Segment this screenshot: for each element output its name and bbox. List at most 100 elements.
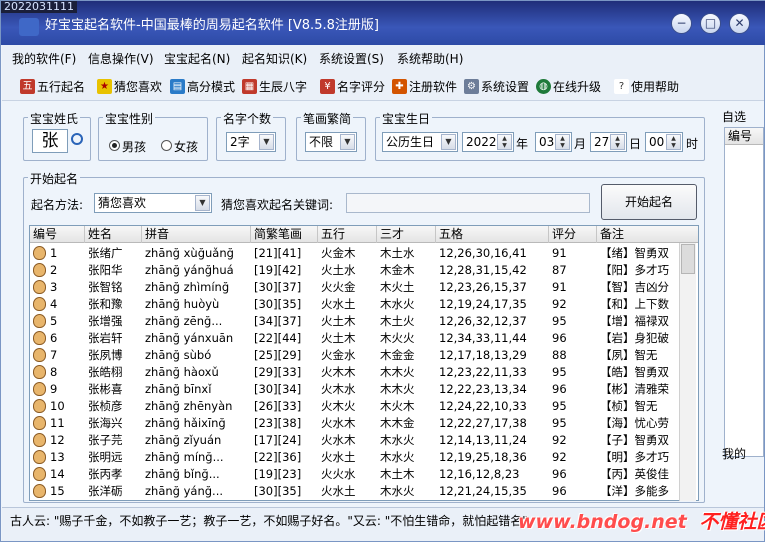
favorites-list[interactable]: 编号 xyxy=(724,127,764,457)
table-cell: 木火木 xyxy=(380,399,415,413)
table-cell: 火木木 xyxy=(321,365,356,379)
table-row[interactable]: 11 张海兴 zhānğ hǎixīnğ [23][38] 火水木 木木金 12,22,27… xyxy=(30,414,698,432)
table-cell: 张洋砺 xyxy=(88,484,123,498)
table-cell: 12,14,13,11,24 xyxy=(439,433,527,447)
table-cell: 4 xyxy=(50,297,58,311)
bazi-button[interactable]: ▦ 生辰八字 xyxy=(242,77,307,95)
table-row[interactable]: 8 张皓栩 zhānğ hàoxǔ [29][33] 火木木 木木火 12,23,22,11… xyxy=(30,363,698,381)
table-cell: 95 xyxy=(552,314,567,328)
keyword-input[interactable] xyxy=(346,193,590,213)
menu-knowledge[interactable]: 起名知识(K) xyxy=(242,50,307,67)
table-cell: 95 xyxy=(552,399,567,413)
column-header[interactable]: 三才 xyxy=(377,226,436,243)
guess-like-button[interactable]: ★ 猜您喜欢 xyxy=(97,77,162,95)
table-row[interactable]: 15 张洋砺 zhānğ yánğ... [30][35] 火水土 木水火 12,21,24… xyxy=(30,482,698,500)
upgrade-button[interactable]: ◍ 在线升级 xyxy=(536,77,601,95)
table-cell: 7 xyxy=(50,348,58,362)
results-table: 编号 姓名 拼音 简繁笔画 五行 三才 五格 评分 备注 1 张绪广 zhānğ xùğuǎnğ [2… xyxy=(29,225,699,501)
menu-my-software[interactable]: 我的软件(F) xyxy=(12,50,76,67)
table-cell: 91 xyxy=(552,246,567,260)
my-names-label: 我的 xyxy=(722,447,747,461)
calendar-type-select[interactable]: 公历生日 ▼ xyxy=(382,132,458,152)
table-row[interactable]: 10 张桢彦 zhānğ zhēnyàn [26][33] 火木火 木火木 12,24,22… xyxy=(30,397,698,415)
column-header[interactable]: 编号 xyxy=(30,226,85,243)
column-header[interactable]: 五格 xyxy=(436,226,549,243)
maximize-button[interactable]: □ xyxy=(700,13,721,34)
close-button[interactable]: ✕ xyxy=(729,13,750,34)
star-icon: ★ xyxy=(97,78,112,94)
settings-button[interactable]: ⚙ 系统设置 xyxy=(464,77,529,95)
name-count-select[interactable]: 2字 ▼ xyxy=(226,132,276,152)
hour-spinner[interactable]: 00 ▲ ▼ xyxy=(645,132,683,152)
surname-input[interactable]: 张 xyxy=(32,129,68,153)
table-cell: zhānğ hàoxǔ xyxy=(145,365,219,379)
table-row[interactable]: 9 张彬喜 zhānğ bīnxǐ [30][34] 火木水 木木火 12,22,23,13… xyxy=(30,380,698,398)
calendar-icon: ▦ xyxy=(242,78,257,94)
column-header[interactable]: 简繁笔画 xyxy=(251,226,318,243)
column-header[interactable]: 备注 xyxy=(597,226,698,243)
table-cell: 木金金 xyxy=(380,348,415,362)
column-header[interactable]: 拼音 xyxy=(142,226,251,243)
table-cell: zhānğ yánxuān xyxy=(145,331,234,345)
table-cell: 木金木 xyxy=(380,263,415,277)
table-cell: zhānğ zǐyuán xyxy=(145,433,222,447)
table-cell: 12,21,24,15,35 xyxy=(439,484,527,498)
table-row[interactable]: 5 张增强 zhānğ zēnğ... [34][37] 火土木 木土火 12,26,32,… xyxy=(30,312,698,330)
help-button[interactable]: ? 使用帮助 xyxy=(614,77,679,95)
table-cell: 张和豫 xyxy=(88,297,123,311)
table-cell: [26][33] xyxy=(254,399,302,413)
register-button[interactable]: ✚ 注册软件 xyxy=(392,77,457,95)
table-row[interactable]: 7 张夙博 zhānğ sùbó [25][29] 火金水 木金金 12,17,18,13,… xyxy=(30,346,698,364)
column-header[interactable]: 五行 xyxy=(318,226,377,243)
five-elements-button[interactable]: 五五行起名 xyxy=(20,77,85,95)
spinner-arrows-icon: ▲ ▼ xyxy=(497,134,512,150)
table-row[interactable]: 1 张绪广 zhānğ xùğuǎnğ [21][41] 火金木 木土水 12,26,30,… xyxy=(30,244,698,262)
search-icon[interactable] xyxy=(71,133,83,145)
settings-icon: ⚙ xyxy=(464,78,479,94)
month-spinner[interactable]: 03 ▲ ▼ xyxy=(535,132,572,152)
column-header[interactable]: 姓名 xyxy=(85,226,142,243)
scrollbar-thumb[interactable] xyxy=(681,244,695,274)
table-row[interactable]: 2 张阳华 zhānğ yánğhuá [19][42] 火土水 木金木 12,28,31,… xyxy=(30,261,698,279)
table-row[interactable]: 6 张岩轩 zhānğ yánxuān [22][44] 火土木 木火火 12,34,33,… xyxy=(30,329,698,347)
name-count-group: 名字个数 2字 ▼ xyxy=(216,110,286,161)
person-icon xyxy=(33,246,46,260)
method-select[interactable]: 猜您喜欢 ▼ xyxy=(94,193,212,213)
table-row[interactable]: 12 张子芫 zhānğ zǐyuán [17][24] 火水木 木水火 12,14,13,… xyxy=(30,431,698,449)
minimize-button[interactable]: − xyxy=(671,13,692,34)
table-cell: 张增强 xyxy=(88,314,123,328)
high-score-button[interactable]: ▤ 高分模式 xyxy=(170,77,235,95)
table-row[interactable]: 3 张智铭 zhānğ zhìmínğ [30][37] 火火金 木火土 12,23,26,… xyxy=(30,278,698,296)
table-cell: 14 xyxy=(50,467,65,481)
menu-settings[interactable]: 系统设置(S) xyxy=(319,50,384,67)
chevron-down-icon: ▼ xyxy=(441,134,456,150)
person-icon xyxy=(33,467,46,481)
chevron-down-icon: ▼ xyxy=(259,134,274,150)
table-cell: zhānğ xùğuǎnğ xyxy=(145,246,234,260)
column-header[interactable]: 评分 xyxy=(549,226,597,243)
menu-info[interactable]: 信息操作(V) xyxy=(88,50,154,67)
boy-radio[interactable] xyxy=(109,140,120,151)
person-icon xyxy=(33,450,46,464)
table-cell: 9 xyxy=(50,382,58,396)
spinner-arrows-icon: ▲ ▼ xyxy=(666,134,681,150)
table-cell: 12,23,22,11,33 xyxy=(439,365,527,379)
stroke-type-group: 笔画繁简 不限 ▼ xyxy=(296,110,366,161)
table-cell: 木土水 xyxy=(380,246,415,260)
stroke-type-select[interactable]: 不限 ▼ xyxy=(305,132,357,152)
table-row[interactable]: 14 张丙孝 zhānğ bǐnğ... [19][23] 火火水 木土木 12,16,12… xyxy=(30,465,698,483)
start-naming-button[interactable]: 开始起名 xyxy=(601,184,697,220)
menu-naming[interactable]: 宝宝起名(N) xyxy=(164,50,230,67)
day-spinner[interactable]: 27 ▲ ▼ xyxy=(590,132,627,152)
table-row[interactable]: 13 张明远 zhānğ mínğ... [22][36] 火水土 木水火 12,19,25… xyxy=(30,448,698,466)
year-spinner[interactable]: 2022 ▲ ▼ xyxy=(462,132,514,152)
menu-help[interactable]: 系统帮助(H) xyxy=(397,50,463,67)
girl-radio[interactable] xyxy=(161,140,172,151)
name-score-button[interactable]: ¥ 名字评分 xyxy=(320,77,385,95)
table-cell: 火金木 xyxy=(321,246,356,260)
app-window: 2022031111 好宝宝起名软件-中国最棒的周易起名软件 [V8.5.8注册… xyxy=(0,0,765,542)
table-cell: 木水火 xyxy=(380,297,415,311)
table-row[interactable]: 4 张和豫 zhānğ huòyù [30][35] 火水土 木水火 12,19,24,17… xyxy=(30,295,698,313)
table-cell: 木水火 xyxy=(380,484,415,498)
table-scrollbar[interactable] xyxy=(679,243,696,501)
